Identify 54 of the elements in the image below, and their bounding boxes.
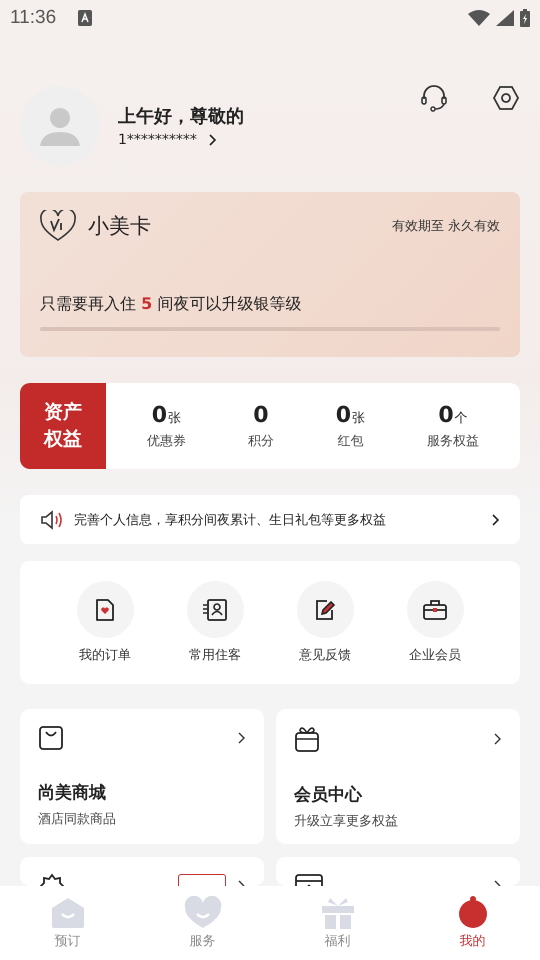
asset-unit: 个 [454, 410, 468, 426]
asset-count[interactable]: 0 [438, 402, 454, 428]
chevron-right-icon [494, 733, 502, 745]
asset-count[interactable]: 0 [152, 402, 168, 428]
settings-icon[interactable] [492, 84, 520, 112]
feature-card[interactable] [276, 857, 520, 886]
asset-label[interactable]: 优惠券 [146, 432, 186, 450]
shopping-bag-icon [38, 725, 64, 751]
seal-icon [38, 873, 66, 886]
assets-title: 资产权益 [20, 383, 106, 469]
tab[interactable]: 我的 [405, 886, 540, 960]
gift-icon [294, 725, 320, 753]
speaker-icon [40, 510, 64, 530]
feature-card[interactable]: 会员中心 升级立享更多权益 [276, 709, 520, 844]
asset-count[interactable]: 0 [253, 402, 269, 428]
feature-card[interactable] [20, 857, 264, 886]
account-number[interactable]: 1********** [118, 132, 197, 148]
notification-icon [78, 10, 92, 26]
tab[interactable]: 福利 [270, 886, 405, 960]
validity-text: 有效期至 永久有效 [392, 218, 500, 235]
tab[interactable]: 服务 [135, 886, 270, 960]
action-label[interactable]: 企业会员 [409, 646, 461, 664]
battery-icon [520, 9, 530, 27]
card-subtitle: 升级立享更多权益 [294, 813, 399, 830]
asset-unit: 张 [168, 410, 182, 426]
calendar-icon [294, 873, 324, 886]
card-title: 尚美商城 [38, 782, 107, 804]
chevron-right-icon [238, 732, 246, 744]
tab[interactable]: 预订 [0, 886, 135, 960]
card-name: 小美卡 [88, 213, 151, 240]
card-title: 会员中心 [294, 784, 364, 806]
asset-label[interactable]: 积分 [248, 432, 274, 450]
notice-bar[interactable]: 完善个人信息，享积分间夜累计、生日礼包等更多权益 [20, 495, 520, 544]
feature-card[interactable]: 尚美商城 酒店同款商品 [20, 709, 264, 844]
action-label[interactable]: 我的订单 [79, 646, 131, 664]
wifi-icon [468, 10, 490, 26]
signal-icon [496, 10, 514, 26]
greeting-text: 上午好，尊敬的 [118, 105, 244, 128]
upgrade-text: 只需要再入住 5 间夜可以升级银等级 [40, 294, 302, 315]
asset-count[interactable]: 0 [336, 402, 352, 428]
status-time: 11:36 [10, 7, 56, 29]
chevron-right-icon [492, 514, 500, 526]
action-label[interactable]: 常用住客 [189, 646, 241, 664]
heart-logo-icon [40, 210, 76, 242]
asset-label[interactable]: 服务权益 [427, 432, 480, 450]
headset-icon[interactable] [420, 84, 448, 112]
asset-label[interactable]: 红包 [337, 432, 364, 450]
heart-icon [182, 896, 222, 930]
card-subtitle: 酒店同款商品 [38, 811, 117, 828]
notice-text: 完善个人信息，享积分间夜累计、生日礼包等更多权益 [74, 512, 386, 528]
action-label[interactable]: 意见反馈 [299, 646, 351, 664]
asset-unit: 张 [352, 410, 366, 426]
chevron-right-icon[interactable] [208, 134, 217, 146]
member-card[interactable]: 小美卡 有效期至 永久有效 只需要再入住 5 间夜可以升级银等级 [20, 192, 520, 357]
